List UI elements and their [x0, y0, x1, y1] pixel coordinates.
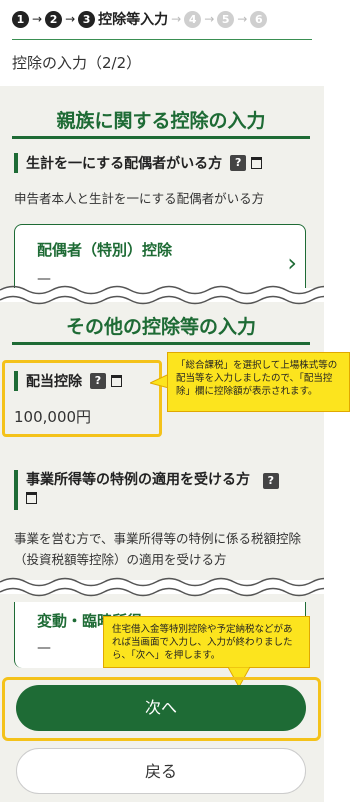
fluctuation-income-value: — — [37, 640, 51, 656]
step-arrow: → — [171, 12, 182, 26]
business-item-heading: 事業所得等の特例の適用を受ける方 ? — [14, 470, 296, 510]
spouse-item-title: 生計を一にする配偶者がいる方 — [26, 156, 223, 172]
section-divider — [12, 342, 310, 345]
business-item-title-wrap: 事業所得等の特例の適用を受ける方 ? — [26, 470, 296, 510]
step-arrow: → — [65, 12, 76, 26]
page-title: 控除の入力（2/2） — [12, 54, 142, 72]
step-6-indicator: 6 — [250, 10, 268, 28]
step-5-indicator: 5 — [217, 10, 235, 28]
dividend-highlight — [2, 360, 162, 437]
omission-wave — [0, 577, 324, 597]
step-1-indicator: 1 — [12, 10, 29, 28]
business-item-description: 事業を営む方で、事業所得等の特例に係る税額控除（投資税額等控除）の適用を受ける方 — [14, 531, 302, 567]
help-icon[interactable]: ? — [262, 473, 279, 489]
dividend-callout: 「総合課税」を選択して上場株式等の配当等を入力しましたので、「配当控除」欄に控除… — [167, 352, 350, 412]
current-step-label: 控除等入力 — [98, 12, 169, 28]
spouse-item-heading: 生計を一にする配偶者がいる方 ? — [14, 152, 263, 174]
other-section-title: その他の控除等の入力 — [65, 316, 256, 338]
chevron-right-icon: › — [287, 249, 297, 277]
step-3-indicator: 3 — [78, 10, 96, 28]
step-2-indicator: 2 — [45, 10, 63, 28]
step-arrow: → — [237, 12, 248, 26]
step-4-indicator: 4 — [184, 10, 202, 28]
heading-accent-bar — [14, 153, 18, 173]
step-arrow: → — [204, 12, 215, 26]
next-button[interactable]: 次へ — [16, 685, 306, 731]
new-window-icon[interactable] — [251, 157, 263, 169]
business-item-title: 事業所得等の特例の適用を受ける方 — [26, 472, 250, 488]
heading-accent-bar — [14, 470, 18, 510]
family-section-title: 親族に関する控除の入力 — [56, 110, 266, 132]
step-arrow: → — [32, 12, 43, 26]
help-icon[interactable]: ? — [230, 155, 247, 171]
spouse-item-description: 申告者本人と生計を一にする配偶者がいる方 — [14, 191, 265, 206]
new-window-icon[interactable] — [26, 492, 37, 504]
omission-wave — [0, 285, 324, 305]
header-divider — [12, 39, 312, 40]
spouse-deduction-label: 配偶者（特別）控除 — [37, 241, 173, 259]
back-button[interactable]: 戻る — [16, 748, 306, 794]
section-divider — [12, 136, 310, 139]
next-callout: 住宅借入金等特別控除や予定納税などがあれば当画面で入力し、入力が終わりましたら、… — [103, 616, 310, 668]
progress-steps: 1 → 2 → 3 控除等入力 → 4 → 5 → 6 — [12, 8, 268, 30]
